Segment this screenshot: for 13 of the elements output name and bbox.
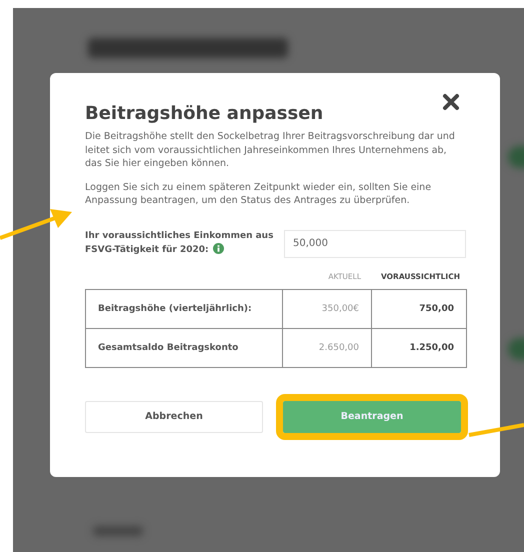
income-input[interactable]: 50,000 [284, 230, 466, 258]
close-icon[interactable] [442, 93, 460, 111]
dialog-title: Beitragshöhe anpassen [85, 103, 324, 124]
annotation-arrow [0, 209, 72, 240]
description-text: Loggen Sie sich zu einem späteren Zeitpunkt wieder ein, sollten Sie eine Anpassung beantragen, um den Status des Antrages zu überprüfen. [85, 180, 432, 208]
table-cell: Beitragshöhe (vierteljährlich): [85, 288, 283, 328]
income-label: Ihr voraussichtliches Einkommen aus FSVG-Tätigkeit für 2020: [85, 230, 274, 257]
cancel-button[interactable]: Abbrechen [85, 400, 263, 432]
table-cell: 1.250,00 [371, 328, 467, 368]
table-cell: 750,00 [371, 288, 467, 328]
info-icon[interactable] [212, 243, 224, 254]
table-cell: Gesamtsaldo Beitragskonto [85, 328, 283, 368]
description-text: Die Beitragshöhe stellt den Sockelbetrag Ihrer Beitragsvorschreibung dar und leitet sich vom voraussichtlichen Jahreseinkommen Ihres Unternehmens ab, das Sie hier eingeben können. [85, 130, 456, 170]
